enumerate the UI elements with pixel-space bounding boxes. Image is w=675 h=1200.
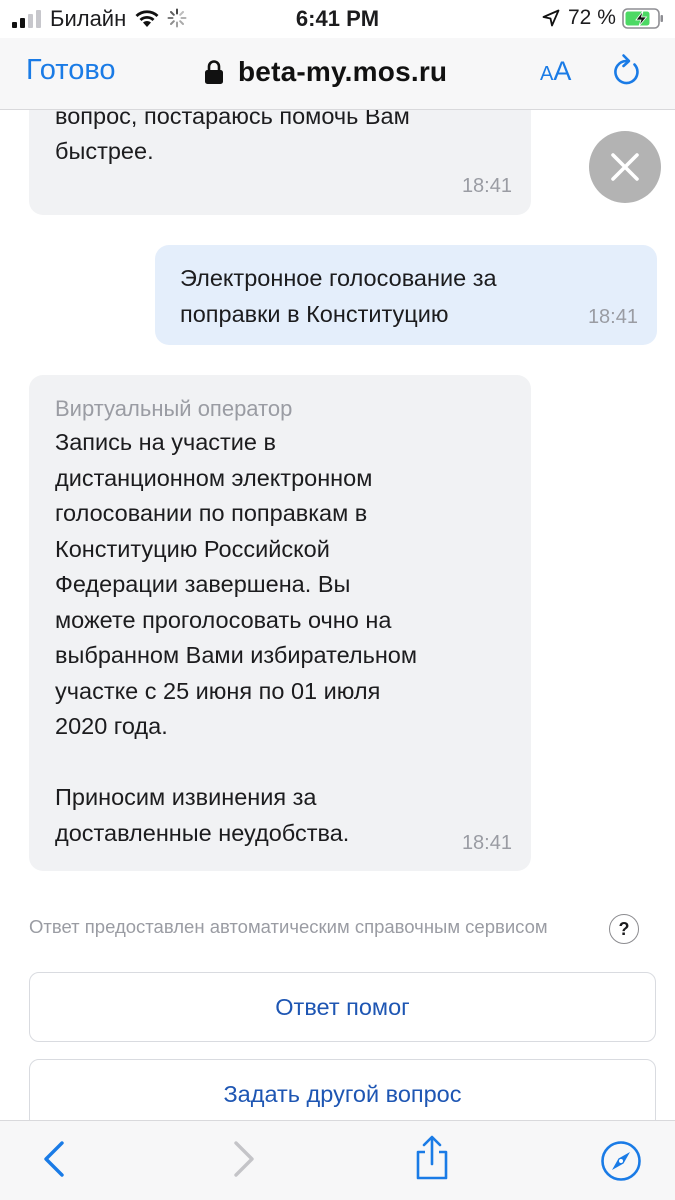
address-bar[interactable]: beta-my.mos.ru: [204, 52, 447, 92]
sender-name: Виртуальный оператор: [55, 396, 293, 421]
text-size-button[interactable]: AA: [540, 56, 571, 87]
share-icon[interactable]: [412, 1135, 452, 1181]
back-icon[interactable]: [40, 1139, 70, 1179]
message-text: Электронное голосование за поправки в Ко…: [180, 265, 497, 327]
url-text: beta-my.mos.ru: [238, 56, 448, 87]
battery-charging-icon: [622, 8, 663, 29]
close-chat-button[interactable]: [589, 131, 661, 203]
user-message: Электронное голосование за поправки в Ко…: [155, 245, 657, 345]
message-text: Запись на участие в дистанционном электр…: [55, 429, 418, 846]
text-size-small-glyph: A: [540, 63, 554, 85]
battery-percent: 72 %: [568, 6, 616, 29]
help-icon[interactable]: ?: [609, 914, 639, 944]
browser-toolbar: [0, 1120, 675, 1200]
status-bar: Билайн 6:41 PM 72 %: [0, 0, 675, 38]
reload-icon[interactable]: [610, 52, 642, 88]
chat-area: вопросы или задать другой вопрос, постар…: [0, 110, 675, 1120]
location-arrow-icon: [542, 9, 560, 27]
text-size-big-glyph: A: [553, 56, 572, 86]
answer-helped-button[interactable]: Ответ помог: [29, 972, 656, 1042]
message-time: 18:41: [461, 832, 512, 854]
compass-icon[interactable]: [600, 1140, 642, 1182]
forward-icon[interactable]: [228, 1139, 258, 1179]
close-icon: [611, 153, 639, 181]
message-text: вопросы или задать другой вопрос, постар…: [55, 110, 410, 164]
done-button[interactable]: Готово: [26, 54, 116, 87]
ask-another-question-button[interactable]: Задать другой вопрос: [29, 1059, 656, 1120]
message-time: 18:41: [461, 175, 512, 197]
browser-header: Готово beta-my.mos.ru AA: [0, 38, 675, 110]
operator-message: Виртуальный оператор Запись на участие в…: [29, 375, 531, 871]
operator-message: вопросы или задать другой вопрос, постар…: [29, 110, 531, 215]
auto-answer-note: Ответ предоставлен автоматическим справо…: [29, 916, 548, 937]
lock-icon: [205, 60, 223, 84]
message-time: 18:41: [587, 306, 638, 328]
